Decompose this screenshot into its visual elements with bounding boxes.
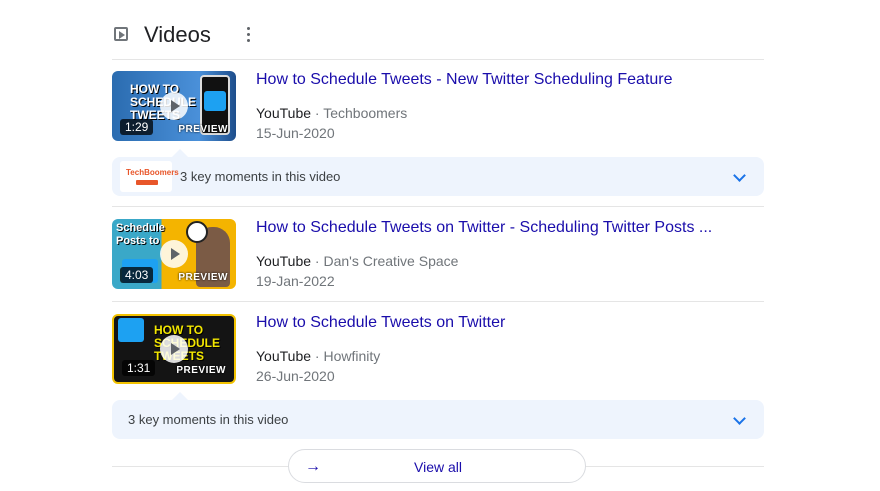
chevron-down-icon: [733, 169, 746, 182]
video-title-link[interactable]: How to Schedule Tweets on Twitter: [256, 314, 505, 332]
video-date: 19-Jan-2022: [256, 273, 335, 289]
chevron-down-icon: [733, 412, 746, 425]
video-title-link[interactable]: How to Schedule Tweets on Twitter - Sche…: [256, 219, 712, 237]
play-icon: [160, 335, 188, 363]
section-title: Videos: [144, 22, 211, 47]
video-title-link[interactable]: How to Schedule Tweets - New Twitter Sch…: [256, 71, 673, 89]
moments-notch: [172, 392, 188, 400]
preview-label: PREVIEW: [176, 365, 226, 376]
more-options-icon[interactable]: [242, 24, 254, 46]
preview-label: PREVIEW: [178, 124, 228, 135]
video-section-icon: [114, 27, 128, 41]
key-moments-toggle[interactable]: TechBoomers 3 key moments in this video: [112, 157, 764, 196]
video-duration: 1:31: [122, 360, 156, 376]
play-icon: [160, 92, 188, 120]
video-channel: Howfinity: [323, 348, 381, 364]
divider: [112, 206, 764, 207]
section-header: Videos: [112, 20, 764, 52]
video-date: 15-Jun-2020: [256, 125, 335, 141]
key-moments-label: 3 key moments in this video: [180, 169, 341, 184]
divider: [112, 59, 764, 60]
key-moments-toggle[interactable]: 3 key moments in this video: [112, 400, 764, 439]
view-all-button[interactable]: → View all: [288, 449, 586, 483]
key-moments-label: 3 key moments in this video: [128, 412, 289, 427]
video-source: YouTube: [256, 348, 312, 364]
play-icon: [160, 240, 188, 268]
divider: [112, 301, 764, 302]
video-meta: YouTube · Dan's Creative Space: [256, 253, 459, 269]
video-thumbnail[interactable]: HOW TO SCHEDULE TWEETS 1:29 PREVIEW: [112, 71, 236, 141]
video-channel: Dan's Creative Space: [323, 253, 459, 269]
channel-logo: TechBoomers: [120, 161, 179, 192]
moments-notch: [172, 149, 188, 157]
preview-label: PREVIEW: [178, 272, 228, 283]
video-meta: YouTube · Howfinity: [256, 348, 381, 364]
video-source: YouTube: [256, 253, 312, 269]
channel-logo-text: TechBoomers: [126, 168, 179, 177]
video-duration: 4:03: [120, 267, 154, 283]
video-date: 26-Jun-2020: [256, 368, 335, 384]
video-channel: Techboomers: [323, 105, 408, 121]
video-source: YouTube: [256, 105, 312, 121]
channel-logo-bar: [136, 180, 158, 185]
video-thumbnail[interactable]: Schedule Posts to 4:03 PREVIEW: [112, 219, 236, 289]
video-meta: YouTube · Techboomers: [256, 105, 408, 121]
video-duration: 1:29: [120, 119, 154, 135]
view-all-label: View all: [414, 459, 462, 475]
video-thumbnail[interactable]: HOW TO SCHEDULE TWEETS 1:31 PREVIEW: [112, 314, 236, 384]
